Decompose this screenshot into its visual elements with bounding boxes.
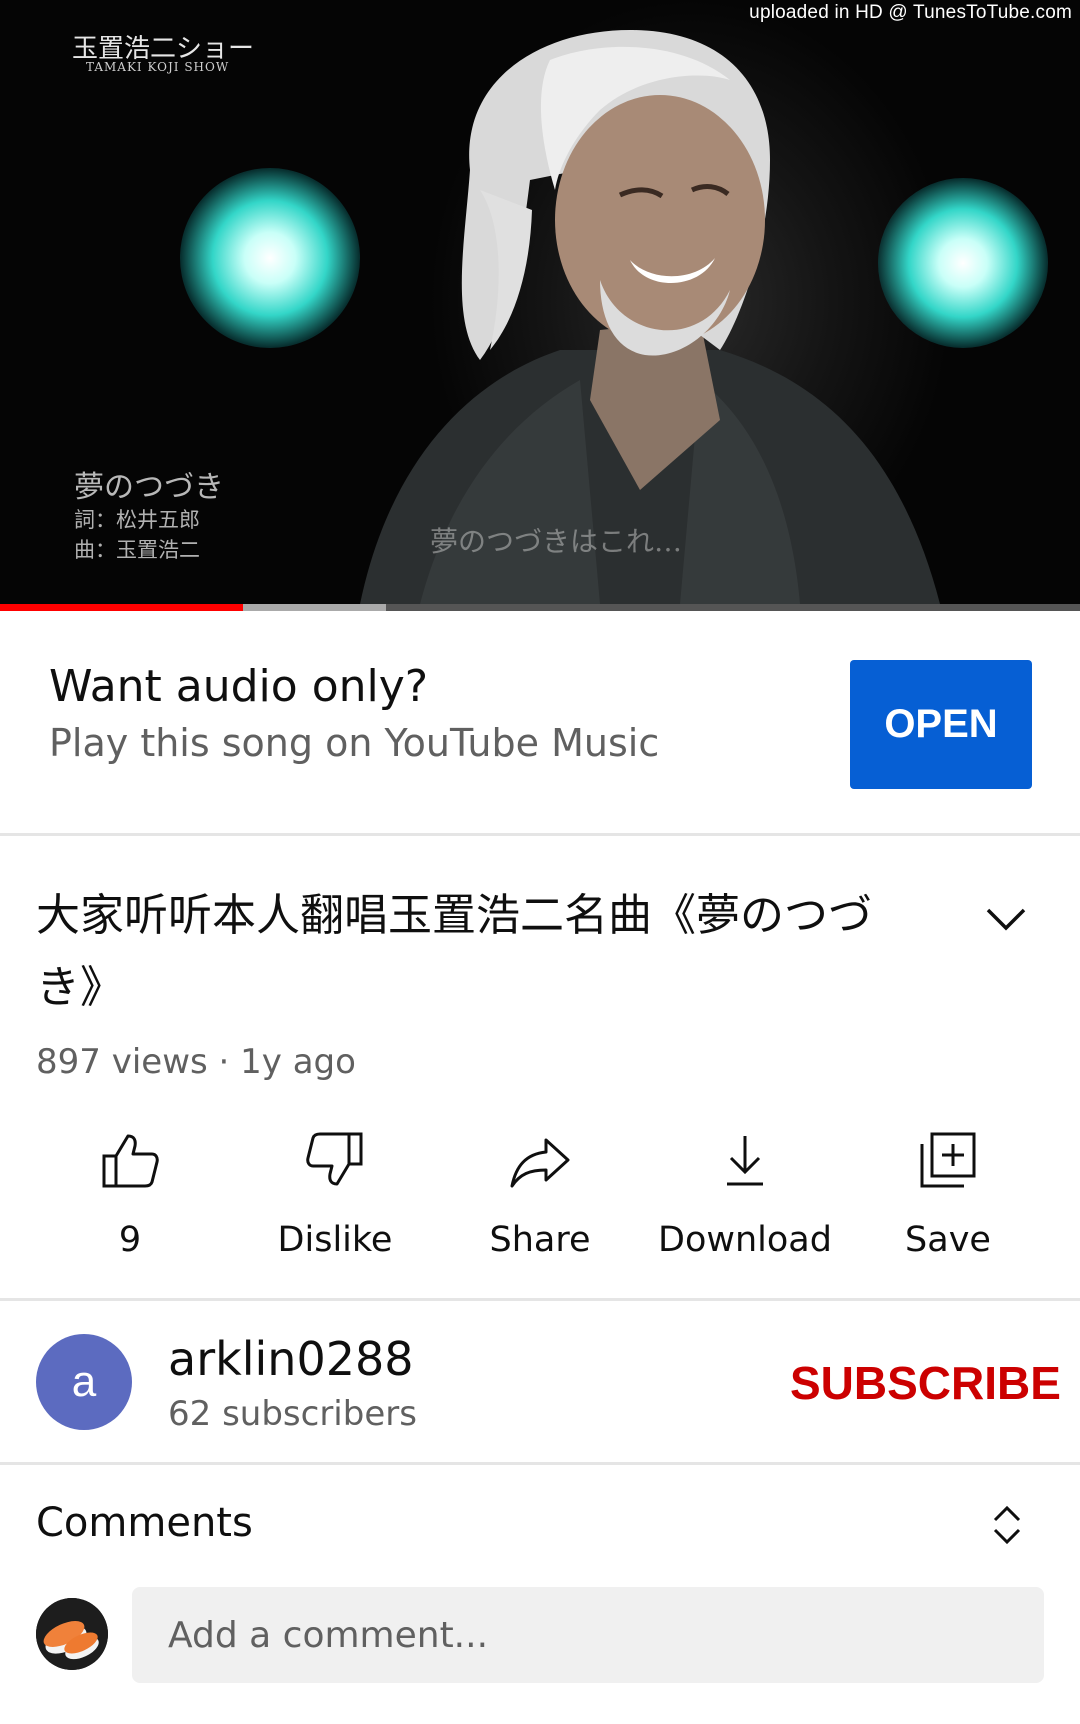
download-label: Download	[658, 1220, 832, 1260]
like-button[interactable]: 9	[30, 1130, 230, 1270]
song-title-overlay: 夢のつづき	[74, 470, 224, 505]
lyric-caption: 夢のつづきはこれ…	[430, 525, 683, 558]
progress-bar[interactable]	[0, 604, 1080, 611]
share-label: Share	[489, 1220, 591, 1260]
divider	[0, 1462, 1080, 1465]
chevron-down-icon[interactable]	[982, 900, 1030, 940]
sushi-avatar-image	[36, 1598, 108, 1670]
download-icon	[727, 1136, 763, 1186]
share-button[interactable]: Share	[440, 1130, 640, 1270]
thumbs-up-icon	[102, 1134, 159, 1188]
comment-input[interactable]	[132, 1587, 1044, 1683]
add-to-playlist-icon	[920, 1132, 976, 1188]
video-player[interactable]: uploaded in HD @ TunesToTube.com 玉置浩二ショー…	[0, 0, 1080, 611]
dislike-button[interactable]: Dislike	[235, 1130, 435, 1270]
dislike-label: Dislike	[277, 1220, 393, 1260]
video-watermark: uploaded in HD @ TunesToTube.com	[749, 2, 1072, 23]
music-promo: Want audio only? Play this song on YouTu…	[0, 611, 1080, 834]
singer-figure	[360, 30, 940, 604]
progress-played	[0, 604, 243, 611]
thumbs-down-icon	[306, 1132, 363, 1186]
promo-title: Want audio only?	[49, 661, 429, 712]
comments-title[interactable]: Comments	[36, 1500, 253, 1546]
subscribe-button[interactable]: SUBSCRIBE	[790, 1356, 1061, 1410]
open-button[interactable]: OPEN	[850, 660, 1032, 789]
show-subtitle: TAMAKI KOJI SHOW	[86, 60, 230, 74]
save-label: Save	[905, 1220, 991, 1260]
channel-avatar[interactable]: a	[36, 1334, 132, 1430]
video-title[interactable]: 大家听听本人翻唱玉置浩二名曲《夢のつづき》	[36, 880, 936, 1024]
divider	[0, 833, 1080, 836]
promo-subtitle: Play this song on YouTube Music	[49, 721, 660, 765]
share-icon	[510, 1138, 570, 1188]
user-avatar[interactable]	[36, 1598, 108, 1670]
video-meta: 897 views · 1y ago	[36, 1042, 356, 1082]
save-button[interactable]: Save	[848, 1130, 1048, 1270]
lyrics-credit: 詞：松井五郎	[74, 508, 200, 532]
music-credit: 曲：玉置浩二	[74, 538, 200, 562]
download-button[interactable]: Download	[645, 1130, 845, 1270]
divider	[0, 1298, 1080, 1301]
subscriber-count: 62 subscribers	[168, 1394, 417, 1434]
expand-collapse-icon[interactable]	[990, 1502, 1024, 1548]
channel-name[interactable]: arklin0288	[168, 1332, 414, 1386]
like-count: 9	[118, 1220, 142, 1260]
